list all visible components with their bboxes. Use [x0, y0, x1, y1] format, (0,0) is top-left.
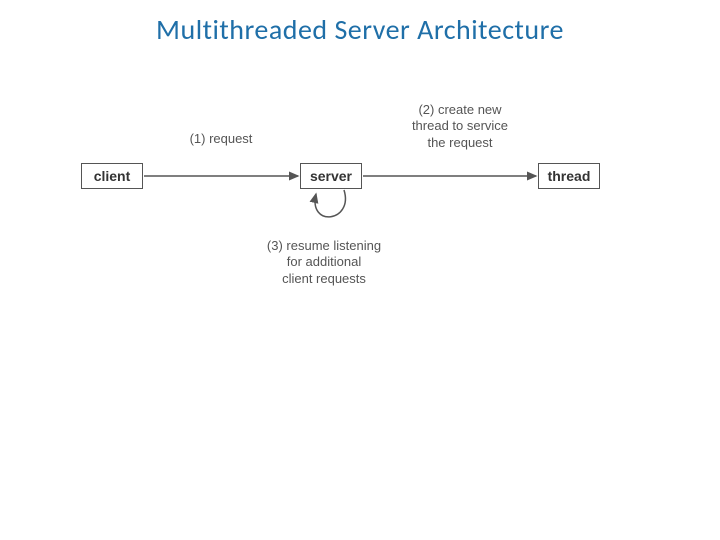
resume-line-1: (3) resume listening	[267, 238, 381, 253]
thread-node-label: thread	[548, 168, 591, 184]
thread-node: thread	[538, 163, 600, 189]
resume-listening-label: (3) resume listening for additional clie…	[254, 238, 394, 287]
create-line-3: the request	[427, 135, 492, 150]
client-node-label: client	[94, 168, 131, 184]
server-node-label: server	[310, 168, 352, 184]
arrow-server-self-loop	[315, 190, 345, 217]
resume-line-2: for additional	[287, 254, 361, 269]
diagram-canvas: client server thread (1) request (2) cre…	[0, 0, 720, 540]
request-label: (1) request	[176, 131, 266, 147]
create-thread-label: (2) create new thread to service the req…	[395, 102, 525, 151]
create-line-2: thread to service	[412, 118, 508, 133]
server-node: server	[300, 163, 362, 189]
resume-line-3: client requests	[282, 271, 366, 286]
create-line-1: (2) create new	[418, 102, 501, 117]
client-node: client	[81, 163, 143, 189]
